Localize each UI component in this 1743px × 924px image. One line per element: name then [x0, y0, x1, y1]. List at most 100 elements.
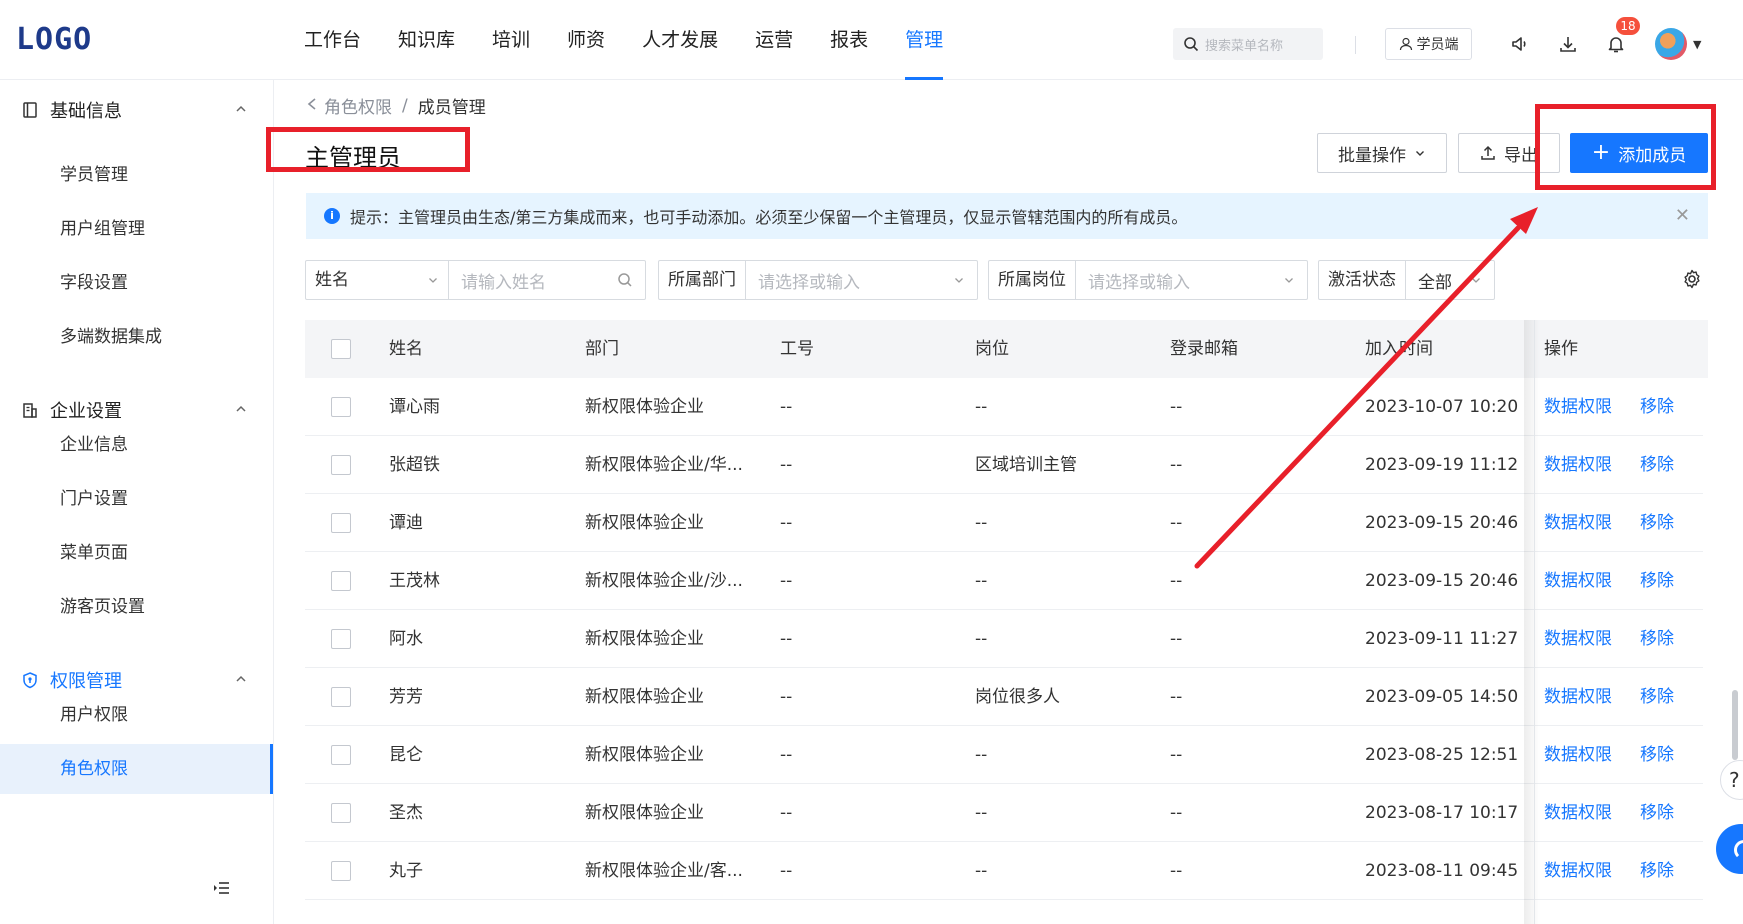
row-checkbox[interactable] — [331, 687, 351, 707]
row-checkbox[interactable] — [331, 861, 351, 881]
data-permission-link[interactable]: 数据权限 — [1544, 552, 1612, 610]
remove-link[interactable]: 移除 — [1640, 668, 1674, 726]
row-checkbox[interactable] — [331, 803, 351, 823]
scrollbar-thumb[interactable] — [1732, 690, 1738, 760]
department-select[interactable]: 请选择或输入 — [746, 268, 953, 293]
data-permission-link[interactable]: 数据权限 — [1544, 436, 1612, 494]
status-select[interactable]: 全部 — [1406, 268, 1470, 293]
row-checkbox[interactable] — [331, 455, 351, 475]
cell-name: 芳芳 — [389, 687, 423, 707]
caret-down-icon[interactable]: ▼ — [1693, 38, 1701, 51]
sidebar-item-role-permissions[interactable]: 角色权限 — [0, 744, 273, 794]
cell-name: 圣杰 — [389, 803, 423, 823]
data-permission-link[interactable]: 数据权限 — [1544, 726, 1612, 784]
remove-link[interactable]: 移除 — [1640, 552, 1674, 610]
export-label: 导出 — [1504, 145, 1538, 166]
column-header-name: 姓名 — [389, 339, 423, 359]
row-checkbox[interactable] — [331, 571, 351, 591]
help-icon[interactable]: ? — [1720, 760, 1743, 800]
shield-icon — [20, 670, 40, 690]
data-permission-link[interactable]: 数据权限 — [1544, 494, 1612, 552]
department-filter[interactable]: 所属部门 请选择或输入 — [658, 260, 978, 300]
remove-link[interactable]: 移除 — [1640, 842, 1674, 900]
cell-post: -- — [975, 397, 988, 417]
sidebar-group-basic-info[interactable]: 基础信息 — [0, 80, 274, 140]
name-filter-label: 姓名 — [315, 270, 349, 290]
logo: LOGO — [16, 22, 93, 57]
remove-link[interactable]: 移除 — [1640, 494, 1674, 552]
download-icon[interactable] — [1556, 32, 1580, 56]
menu-search-input[interactable]: 搜索菜单名称 — [1173, 28, 1323, 60]
avatar[interactable] — [1655, 28, 1687, 60]
nav-item-operations[interactable]: 运营 — [755, 0, 793, 80]
learner-portal-button[interactable]: 学员端 — [1385, 28, 1472, 60]
remove-link[interactable]: 移除 — [1640, 378, 1674, 436]
row-checkbox[interactable] — [331, 513, 351, 533]
column-header-actions: 操作 — [1544, 339, 1578, 359]
chevron-down-icon — [1472, 278, 1480, 283]
announcement-icon[interactable] — [1508, 32, 1532, 56]
close-icon[interactable]: ✕ — [1675, 207, 1690, 225]
upload-icon — [1481, 145, 1495, 160]
status-filter[interactable]: 激活状态 全部 — [1318, 260, 1495, 300]
post-filter[interactable]: 所属岗位 请选择或输入 — [988, 260, 1308, 300]
cell-email: -- — [1170, 861, 1183, 881]
row-checkbox[interactable] — [331, 397, 351, 417]
cell-department: 新权限体验企业/沙... — [585, 571, 743, 591]
cell-employee-id: -- — [780, 687, 793, 707]
sidebar-item-guest-page[interactable]: 游客页设置 — [0, 582, 273, 632]
cell-department: 新权限体验企业 — [585, 687, 704, 707]
nav-item-manage[interactable]: 管理 — [905, 0, 944, 80]
remove-link[interactable]: 移除 — [1640, 784, 1674, 842]
data-permission-link[interactable]: 数据权限 — [1544, 784, 1612, 842]
sidebar-item-portal[interactable]: 门户设置 — [0, 474, 273, 524]
cell-joined: 2023-09-15 20:46 — [1365, 571, 1519, 591]
cell-name: 昆仑 — [389, 745, 423, 765]
row-checkbox[interactable] — [331, 629, 351, 649]
data-permission-link[interactable]: 数据权限 — [1544, 842, 1612, 900]
row-checkbox[interactable] — [331, 745, 351, 765]
nav-item-workbench[interactable]: 工作台 — [304, 0, 361, 80]
cell-email: -- — [1170, 687, 1183, 707]
nav-item-training[interactable]: 培训 — [492, 0, 530, 80]
collapse-sidebar-icon[interactable] — [213, 880, 231, 900]
remove-link[interactable]: 移除 — [1640, 726, 1674, 784]
remove-link[interactable]: 移除 — [1640, 436, 1674, 494]
sidebar-item-menu-page[interactable]: 菜单页面 — [0, 528, 273, 578]
tip-banner: i 提示：主管理员由生态/第三方集成而来，也可手动添加。必须至少保留一个主管理员… — [306, 193, 1708, 239]
sidebar-item-learners[interactable]: 学员管理 — [0, 150, 273, 200]
batch-operation-button[interactable]: 批量操作 — [1317, 133, 1447, 173]
breadcrumb-role-permissions[interactable]: 角色权限 — [324, 93, 392, 118]
cell-name: 丸子 — [389, 861, 423, 881]
sidebar-item-enterprise-info[interactable]: 企业信息 — [0, 420, 273, 470]
chevron-down-icon — [429, 278, 437, 283]
remove-link[interactable]: 移除 — [1640, 610, 1674, 668]
bell-icon[interactable] — [1604, 32, 1628, 56]
sidebar-item-user-groups[interactable]: 用户组管理 — [0, 204, 273, 254]
sidebar-item-fields[interactable]: 字段设置 — [0, 258, 273, 308]
data-permission-link[interactable]: 数据权限 — [1544, 378, 1612, 436]
learner-portal-label: 学员端 — [1416, 37, 1459, 53]
post-select[interactable]: 请选择或输入 — [1076, 268, 1283, 293]
cell-name: 王茂林 — [389, 571, 440, 591]
name-input[interactable]: 请输入姓名 — [449, 268, 617, 293]
data-permission-link[interactable]: 数据权限 — [1544, 668, 1612, 726]
cell-joined: 2023-08-25 12:51 — [1365, 745, 1519, 765]
nav-item-knowledge[interactable]: 知识库 — [398, 0, 455, 80]
gear-icon[interactable] — [1681, 268, 1703, 294]
nav-item-talent[interactable]: 人才发展 — [642, 0, 718, 80]
data-permission-link[interactable]: 数据权限 — [1544, 610, 1612, 668]
cell-department: 新权限体验企业/华... — [585, 455, 743, 475]
chevron-up-icon — [236, 405, 246, 412]
chevron-up-icon — [236, 675, 246, 682]
cell-department: 新权限体验企业 — [585, 397, 704, 417]
sidebar-item-data-integration[interactable]: 多端数据集成 — [0, 312, 273, 362]
nav-item-teachers[interactable]: 师资 — [567, 0, 605, 80]
sidebar-item-user-permissions[interactable]: 用户权限 — [0, 690, 273, 740]
customer-service-icon[interactable] — [1716, 824, 1743, 874]
select-all-checkbox[interactable] — [331, 339, 351, 359]
chevron-left-icon[interactable] — [306, 96, 318, 116]
nav-item-reports[interactable]: 报表 — [830, 0, 868, 80]
name-filter-field-select[interactable]: 姓名 — [306, 261, 449, 299]
search-icon[interactable] — [617, 272, 633, 288]
